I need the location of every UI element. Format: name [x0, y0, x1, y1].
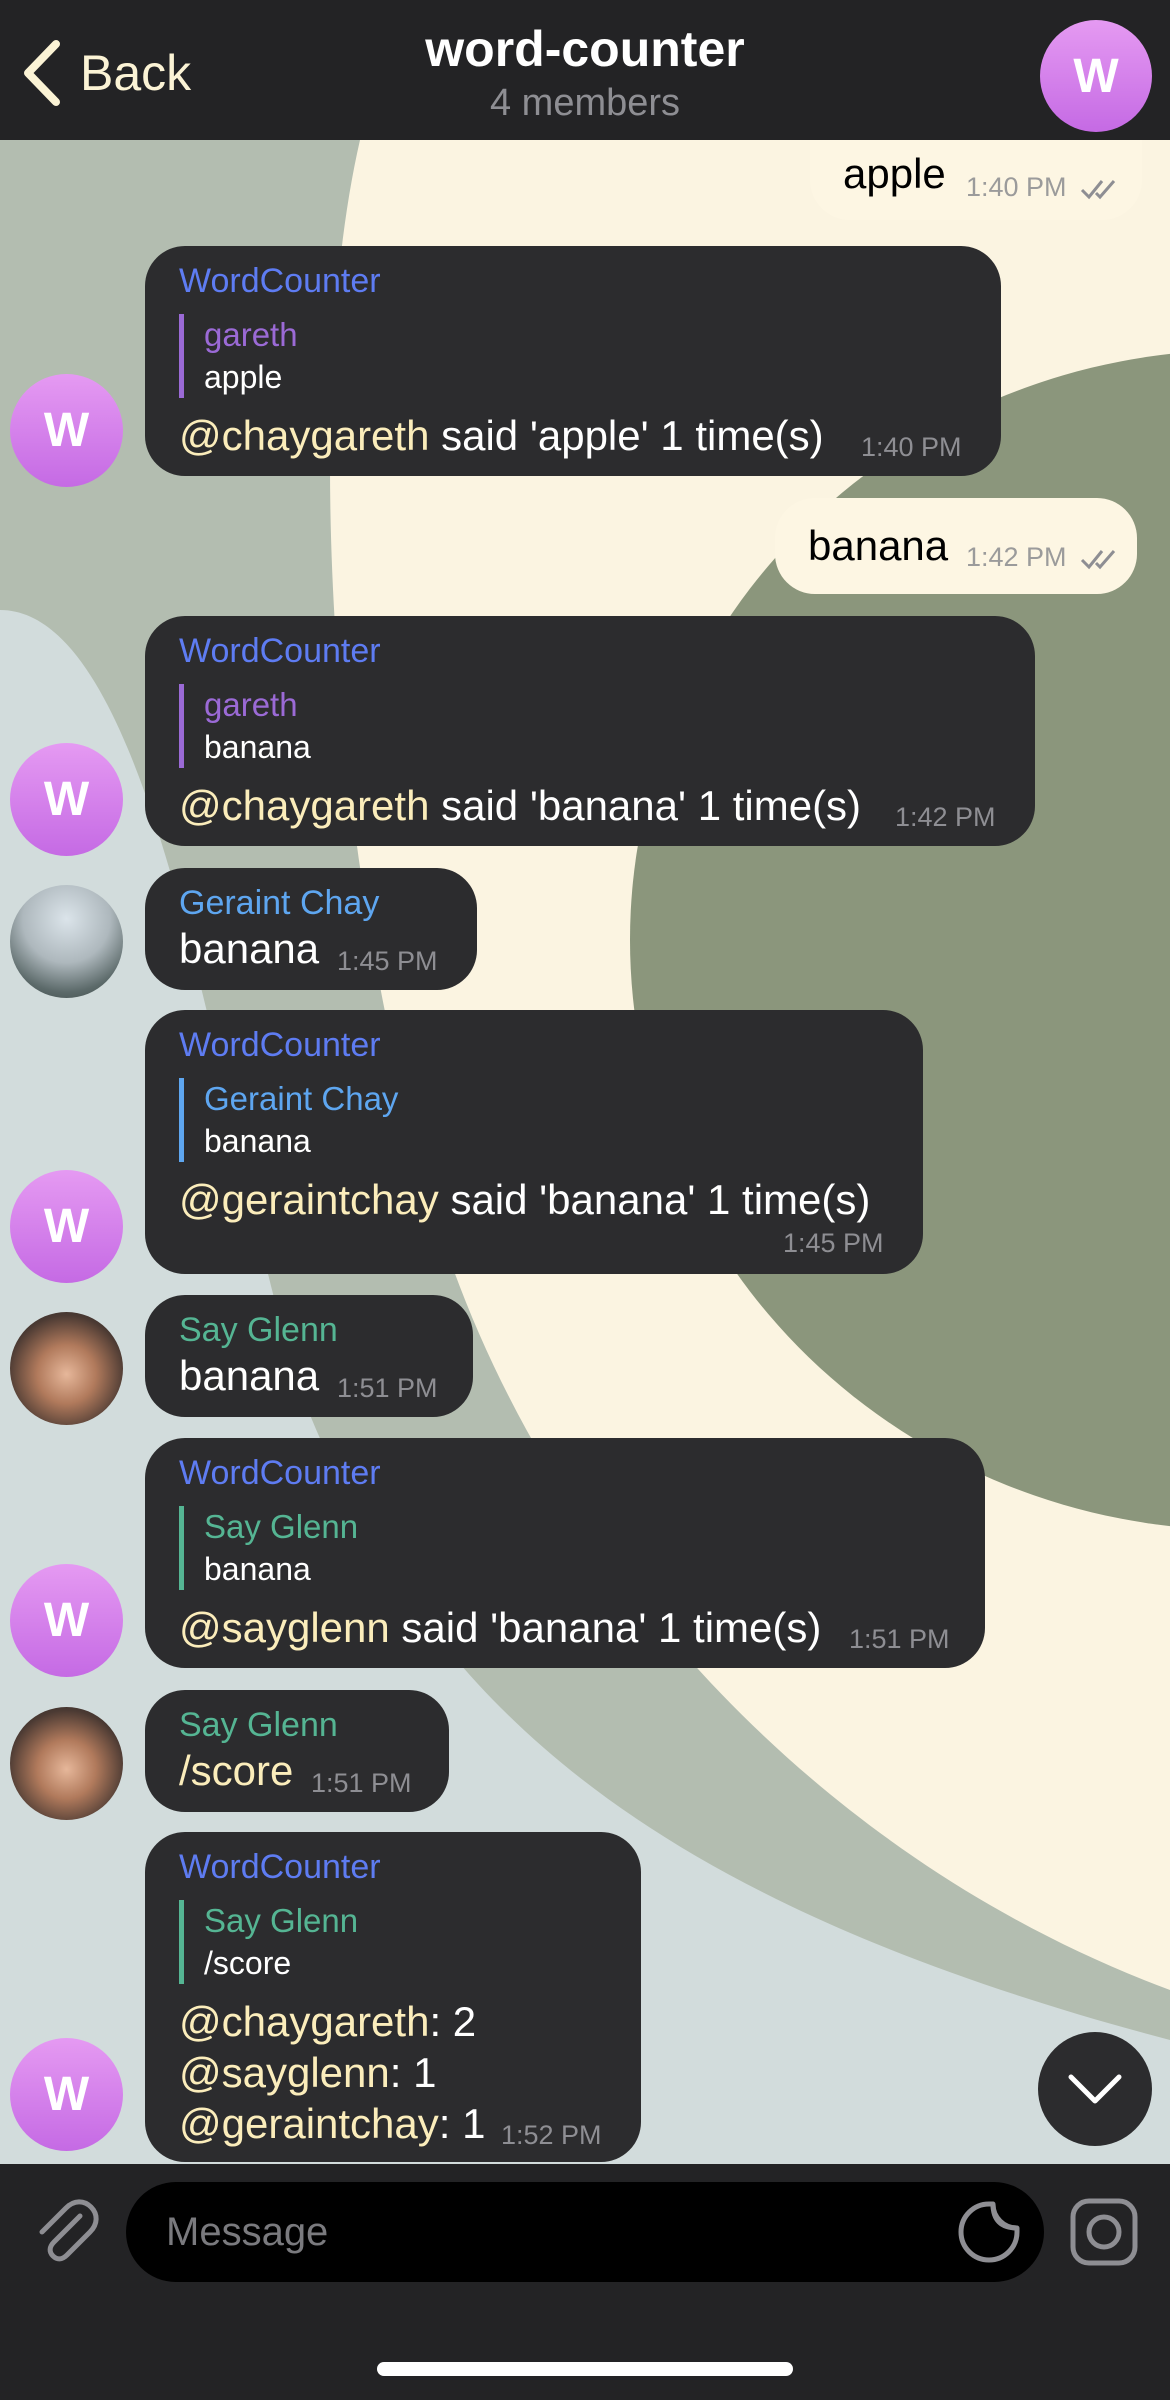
sender-name[interactable]: Say Glenn	[179, 1706, 338, 1745]
message-text: apple	[843, 150, 946, 197]
user-avatar[interactable]	[10, 885, 123, 998]
score-line: @chaygareth: 2	[179, 1997, 476, 2047]
score-value: : 1	[438, 2100, 486, 2147]
bot-avatar[interactable]: W	[10, 743, 123, 856]
bot-message[interactable]: WordCounter Say Glenn banana @sayglenn s…	[145, 1438, 985, 1668]
group-avatar[interactable]: W	[1040, 20, 1152, 132]
message-time: 1:45 PM	[783, 1228, 884, 1258]
message-time: 1:42 PM	[895, 802, 996, 832]
bot-avatar[interactable]: W	[10, 1564, 123, 1677]
message-text: @chaygareth said 'apple' 1 time(s)	[179, 411, 824, 461]
message-time: 1:51 PM	[337, 1373, 438, 1403]
user-avatar[interactable]	[10, 1707, 123, 1820]
chat-header: Back word-counter 4 members W	[0, 0, 1170, 140]
sticker-icon[interactable]	[955, 2198, 1023, 2266]
attach-icon[interactable]	[28, 2194, 102, 2268]
message-text: @sayglenn said 'banana' 1 time(s)	[179, 1603, 821, 1653]
message-text: @chaygareth said 'banana' 1 time(s)	[179, 781, 861, 831]
message-input[interactable]	[126, 2182, 1044, 2282]
reply-name: Say Glenn	[204, 1902, 359, 1939]
message-text: banana	[179, 925, 320, 972]
chevron-down-icon	[1068, 2074, 1122, 2104]
user-avatar[interactable]	[10, 1312, 123, 1425]
bot-message[interactable]: WordCounter gareth apple @chaygareth sai…	[145, 246, 1001, 476]
message-time: 1:42 PM	[966, 542, 1067, 572]
camera-icon[interactable]	[1068, 2196, 1140, 2268]
scroll-down-button[interactable]	[1038, 2032, 1152, 2146]
mention-link[interactable]: @sayglenn	[179, 2049, 390, 2096]
message-time: 1:51 PM	[849, 1624, 950, 1654]
user-message[interactable]: Say Glenn banana 1:51 PM	[145, 1295, 473, 1417]
message-time: 1:52 PM	[501, 2120, 602, 2150]
mention-link[interactable]: @geraintchay	[179, 1176, 439, 1223]
home-indicator	[377, 2362, 793, 2376]
outgoing-message[interactable]: apple 1:40 PM	[810, 140, 1142, 220]
message-body: said 'banana' 1 time(s)	[389, 1604, 822, 1651]
bot-avatar[interactable]: W	[10, 2038, 123, 2151]
message-body: said 'banana' 1 time(s)	[438, 1176, 871, 1223]
reply-name: Geraint Chay	[204, 1080, 399, 1117]
score-line: @sayglenn: 1	[179, 2048, 436, 2098]
sender-name[interactable]: WordCounter	[179, 632, 381, 671]
member-count: 4 members	[489, 82, 681, 124]
double-check-icon	[1080, 180, 1116, 200]
message-time: 1:45 PM	[337, 946, 438, 976]
sender-name[interactable]: Geraint Chay	[179, 884, 379, 923]
score-value: : 1	[389, 2049, 437, 2096]
user-message[interactable]: Geraint Chay banana 1:45 PM	[145, 868, 477, 990]
message-text: banana	[808, 522, 949, 569]
bot-message[interactable]: WordCounter Say Glenn /score @chaygareth…	[145, 1832, 641, 2162]
sender-name[interactable]: WordCounter	[179, 1026, 381, 1065]
outgoing-message[interactable]: banana 1:42 PM	[775, 498, 1137, 594]
score-line: @geraintchay: 1	[179, 2099, 485, 2149]
reply-text: apple	[204, 359, 283, 395]
composer-bar	[0, 2164, 1170, 2400]
message-time: 1:40 PM	[861, 432, 962, 462]
message-text: @geraintchay said 'banana' 1 time(s)	[179, 1175, 870, 1225]
reply-text: banana	[204, 1123, 311, 1159]
message-time: 1:51 PM	[311, 1768, 412, 1798]
sender-name[interactable]: WordCounter	[179, 1848, 381, 1887]
reply-quote[interactable]: Say Glenn /score	[179, 1900, 358, 1984]
reply-name: gareth	[204, 686, 298, 723]
message-time: 1:40 PM	[966, 172, 1067, 202]
mention-link[interactable]: @sayglenn	[179, 1604, 390, 1651]
message-body: said 'banana' 1 time(s)	[429, 782, 862, 829]
message-body: said 'apple' 1 time(s)	[429, 412, 824, 459]
reply-quote[interactable]: Say Glenn banana	[179, 1506, 358, 1590]
reply-text: banana	[204, 1551, 311, 1587]
reply-quote[interactable]: gareth banana	[179, 684, 311, 768]
reply-quote[interactable]: gareth apple	[179, 314, 298, 398]
message-text: banana	[179, 1352, 320, 1399]
mention-link[interactable]: @chaygareth	[179, 1998, 429, 2045]
sender-name[interactable]: WordCounter	[179, 262, 381, 301]
sender-name[interactable]: WordCounter	[179, 1454, 381, 1493]
reply-quote[interactable]: Geraint Chay banana	[179, 1078, 398, 1162]
score-value: : 2	[429, 1998, 477, 2045]
bot-message[interactable]: WordCounter gareth banana @chaygareth sa…	[145, 616, 1035, 846]
chat-title[interactable]: word-counter	[0, 20, 1170, 78]
mention-link[interactable]: @chaygareth	[179, 782, 429, 829]
reply-name: Say Glenn	[204, 1508, 359, 1545]
reply-text: /score	[204, 1945, 292, 1981]
mention-link[interactable]: @geraintchay	[179, 2100, 439, 2147]
message-text[interactable]: /score	[179, 1746, 293, 1796]
reply-name: gareth	[204, 316, 298, 353]
double-check-icon	[1080, 550, 1116, 570]
sender-name[interactable]: Say Glenn	[179, 1311, 338, 1350]
user-message[interactable]: Say Glenn /score 1:51 PM	[145, 1690, 449, 1812]
bot-avatar[interactable]: W	[10, 374, 123, 487]
bot-message[interactable]: WordCounter Geraint Chay banana @geraint…	[145, 1010, 923, 1274]
mention-link[interactable]: @chaygareth	[179, 412, 429, 459]
reply-text: banana	[204, 729, 311, 765]
bot-avatar[interactable]: W	[10, 1170, 123, 1283]
